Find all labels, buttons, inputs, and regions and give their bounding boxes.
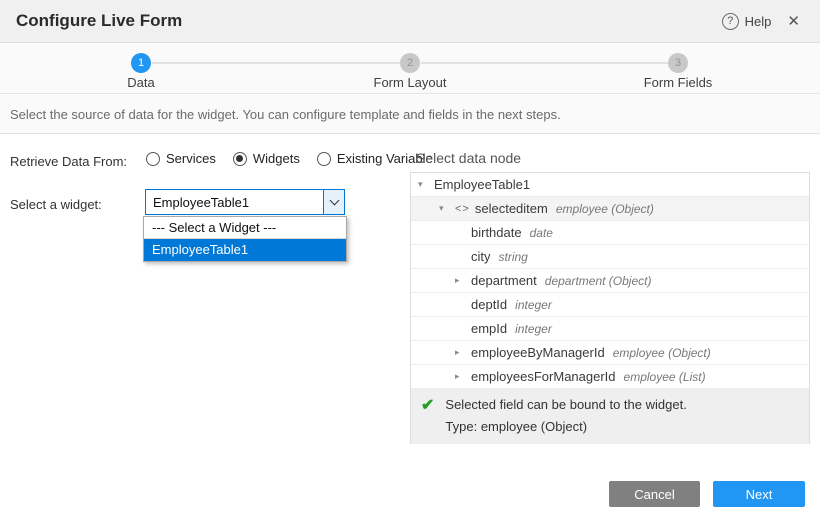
dialog-title-bar: Configure Live Form ? Help ✕ (0, 0, 820, 43)
radio-widgets-label: Widgets (253, 151, 300, 166)
cancel-button[interactable]: Cancel (609, 481, 700, 507)
tree-row-city[interactable]: city string (411, 245, 809, 269)
select-data-node-heading: Select data node (416, 150, 521, 166)
step-circle-form-fields[interactable]: 3 (668, 53, 688, 73)
tree-node-name: empId (471, 321, 507, 336)
page-title: Configure Live Form (16, 11, 182, 31)
help-icon: ? (722, 13, 739, 30)
select-chevron-button[interactable] (323, 190, 344, 214)
dropdown-option-placeholder[interactable]: --- Select a Widget --- (144, 217, 346, 239)
binding-status-message: ✔ Selected field can be bound to the wid… (411, 389, 809, 444)
help-label: Help (745, 14, 772, 29)
tree-row-deptid[interactable]: deptId integer (411, 293, 809, 317)
tree-node-type: string (499, 250, 528, 264)
radio-existing-variable-circle[interactable] (317, 152, 331, 166)
tree-expand-icon[interactable]: ▸ (455, 371, 471, 382)
tree-node-name: deptId (471, 297, 507, 312)
tree-node-type: department (Object) (545, 274, 652, 288)
binding-status-line2: Type: employee (Object) (445, 419, 686, 434)
tree-row-department[interactable]: ▸ department department (Object) (411, 269, 809, 293)
tree-node-name: EmployeeTable1 (434, 177, 530, 192)
radio-widgets[interactable]: Widgets (233, 151, 300, 166)
step-circle-data[interactable]: 1 (131, 53, 151, 73)
tree-node-name: employeeByManagerId (471, 345, 605, 360)
object-icon: <> (455, 203, 470, 215)
step-connector-1 (152, 62, 400, 64)
tree-node-type: employee (List) (624, 370, 706, 384)
radio-services-circle[interactable] (146, 152, 160, 166)
tree-row-employeesformanagerid[interactable]: ▸ employeesForManagerId employee (List) (411, 365, 809, 389)
next-button[interactable]: Next (713, 481, 805, 507)
retrieve-data-label: Retrieve Data From: (10, 154, 127, 169)
tree-node-type: integer (515, 322, 552, 336)
wizard-steps: 1 2 3 Data Form Layout Form Fields (0, 44, 820, 94)
tree-expand-icon[interactable]: ▾ (439, 203, 455, 214)
widget-select-value: EmployeeTable1 (146, 190, 323, 214)
help-button[interactable]: ? Help (722, 13, 772, 30)
step-circle-form-layout[interactable]: 2 (400, 53, 420, 73)
tree-row-selecteditem[interactable]: ▾ <> selecteditem employee (Object) (411, 197, 809, 221)
tree-node-name: selecteditem (475, 201, 548, 216)
step-label-data[interactable]: Data (81, 75, 201, 90)
chevron-down-icon (329, 196, 339, 206)
tree-row-employeetable1[interactable]: ▾ EmployeeTable1 (411, 173, 809, 197)
widget-select[interactable]: EmployeeTable1 (145, 189, 345, 215)
tree-node-type: date (530, 226, 553, 240)
dropdown-option-employeetable1[interactable]: EmployeeTable1 (144, 239, 346, 261)
description-text: Select the source of data for the widget… (10, 107, 561, 122)
step-label-form-layout[interactable]: Form Layout (350, 75, 470, 90)
tree-row-employeebymanagerid[interactable]: ▸ employeeByManagerId employee (Object) (411, 341, 809, 365)
tree-row-empid[interactable]: empId integer (411, 317, 809, 341)
data-node-tree: ▾ EmployeeTable1 ▾ <> selecteditem emplo… (410, 172, 810, 444)
tree-node-name: department (471, 273, 537, 288)
check-icon: ✔ (421, 397, 434, 444)
binding-status-line1: Selected field can be bound to the widge… (445, 397, 686, 412)
select-widget-label: Select a widget: (10, 197, 102, 212)
description-bar: Select the source of data for the widget… (0, 95, 820, 134)
tree-node-type: employee (Object) (613, 346, 711, 360)
tree-node-name: employeesForManagerId (471, 369, 616, 384)
close-icon[interactable]: ✕ (783, 10, 804, 32)
tree-node-name: birthdate (471, 225, 522, 240)
radio-services[interactable]: Services (146, 151, 216, 166)
tree-expand-icon[interactable]: ▸ (455, 275, 471, 286)
tree-row-birthdate[interactable]: birthdate date (411, 221, 809, 245)
tree-expand-icon[interactable]: ▾ (418, 179, 434, 190)
tree-node-type: employee (Object) (556, 202, 654, 216)
radio-widgets-circle[interactable] (233, 152, 247, 166)
tree-expand-icon[interactable]: ▸ (455, 347, 471, 358)
radio-services-label: Services (166, 151, 216, 166)
retrieve-radio-group: Services Widgets Existing Variable (146, 151, 433, 166)
step-label-form-fields[interactable]: Form Fields (618, 75, 738, 90)
tree-node-name: city (471, 249, 491, 264)
tree-node-type: integer (515, 298, 552, 312)
step-connector-2 (421, 62, 668, 64)
widget-dropdown-list: --- Select a Widget --- EmployeeTable1 (143, 216, 347, 262)
